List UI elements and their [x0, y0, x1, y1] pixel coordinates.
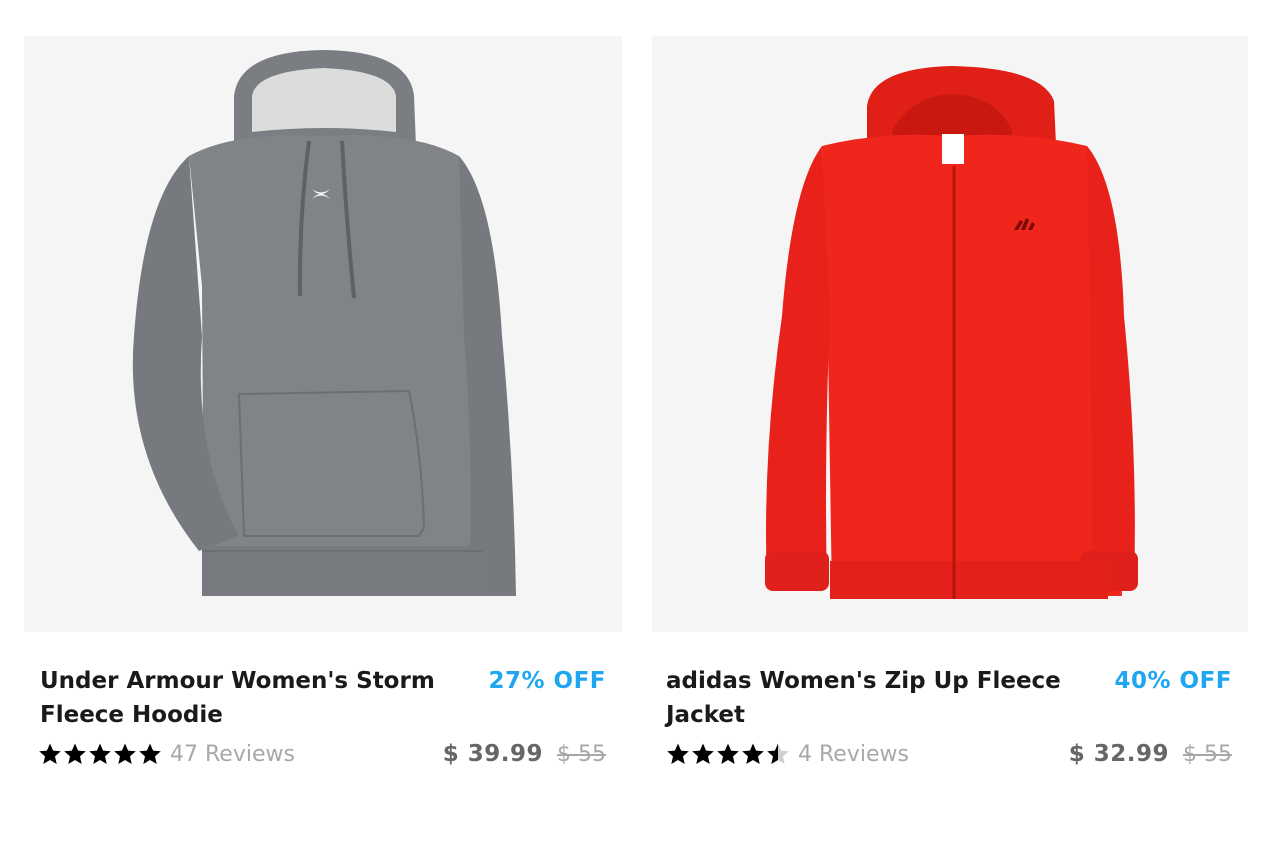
- star-icon: [64, 743, 86, 764]
- discount-badge: 40% OFF: [1114, 668, 1232, 694]
- star-icon: [39, 743, 61, 764]
- star-icon: [89, 743, 111, 764]
- rating: 4 Reviews: [666, 736, 909, 772]
- hoodie-illustration: [132, 50, 516, 596]
- product-image[interactable]: [24, 36, 622, 632]
- star-half-icon: [767, 743, 789, 764]
- price: $ 32.99 $ 55: [1069, 736, 1232, 772]
- product-card[interactable]: adidas Women's Zip Up Fleece Jacket 40% …: [652, 36, 1248, 767]
- product-title[interactable]: adidas Women's Zip Up Fleece Jacket: [666, 664, 1066, 732]
- rating: 47 Reviews: [38, 736, 295, 772]
- discount-badge: 27% OFF: [488, 668, 606, 694]
- original-price: $ 55: [1183, 741, 1232, 767]
- sale-price: $ 32.99: [1068, 741, 1170, 767]
- star-icon: [717, 743, 739, 764]
- sale-price: $ 39.99: [442, 741, 544, 767]
- star-icon: [667, 743, 689, 764]
- jacket-illustration: [765, 66, 1138, 599]
- star-icon: [692, 743, 714, 764]
- star-icon: [114, 743, 136, 764]
- star-rating: [666, 742, 790, 766]
- product-title[interactable]: Under Armour Women's Storm Fleece Hoodie: [40, 664, 440, 732]
- reviews-link[interactable]: 4 Reviews: [798, 742, 909, 767]
- product-image[interactable]: [652, 36, 1248, 632]
- original-price: $ 55: [557, 741, 606, 767]
- star-rating: [38, 742, 162, 766]
- price: $ 39.99 $ 55: [443, 736, 606, 772]
- star-icon: [742, 743, 764, 764]
- reviews-link[interactable]: 47 Reviews: [170, 742, 295, 767]
- product-card[interactable]: Under Armour Women's Storm Fleece Hoodie…: [24, 36, 622, 767]
- star-icon: [139, 743, 161, 764]
